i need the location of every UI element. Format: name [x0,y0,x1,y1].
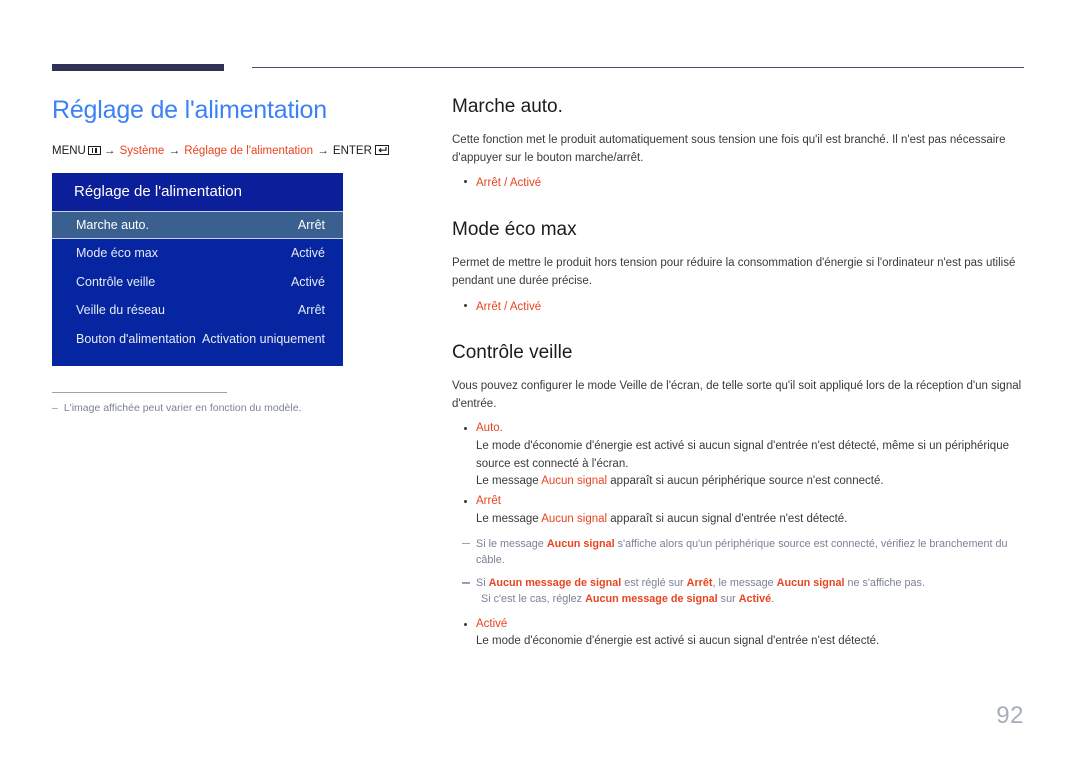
footnote-divider [52,391,227,393]
option-list: Auto. Le mode d'économie d'énergie est a… [452,420,1024,529]
section-controle-veille: Contrôle veille Vous pouvez configurer l… [452,342,1024,651]
page-title: Réglage de l'alimentation [52,96,327,124]
osd-row-veille-du-reseau[interactable]: Veille du réseau Arrêt [52,296,343,324]
subnote-item-2: Si Aucun message de signal est réglé sur… [452,575,1024,607]
inline-accent-aucun-message-de-signal: Aucun message de signal [585,593,718,606]
option-list-continued: Activé Le mode d'économie d'énergie est … [452,616,1024,652]
osd-row-label: Marche auto. [76,218,149,233]
section-paragraph: Vous pouvez configurer le mode Veille de… [452,380,1022,411]
subnote-list: Si le message Aucun signal s'affiche alo… [452,536,1024,608]
breadcrumb-arrow-3: → [317,144,329,157]
footnote-dash: – [52,401,58,414]
text-fragment: ne s'affiche pas. [844,577,925,590]
header-rule-group [52,64,1024,72]
osd-row-value: Activé [290,274,325,289]
text-fragment: Le message [476,475,542,488]
list-item-auto: Auto. Le mode d'économie d'énergie est a… [452,420,1024,491]
osd-row-value: Arrêt [297,218,325,233]
subnote-item-2-line2: Si c'est le cas, réglez Aucun message de… [476,591,1024,607]
text-fragment: sur [717,593,739,606]
inline-accent-aucun-signal: Aucun signal [776,577,845,590]
osd-row-bouton-alimentation[interactable]: Bouton d'alimentation Activation uniquem… [52,325,343,353]
osd-row-controle-veille[interactable]: Contrôle veille Activé [52,268,343,296]
osd-row-label: Veille du réseau [76,303,165,318]
enter-key-icon [374,144,389,155]
osd-row-value: Activation uniquement [202,331,325,346]
option-on-label: Activé [476,617,508,630]
menu-grid-icon [87,145,101,155]
section-mode-eco-max: Mode éco max Permet de mettre le produit… [452,219,1024,316]
subnote-item-1: Si le message Aucun signal s'affiche alo… [452,536,1024,568]
inline-accent-active: Activé [738,593,772,606]
osd-row-marche-auto[interactable]: Marche auto. Arrêt [52,211,343,240]
page-number: 92 [996,702,1024,729]
inline-accent-aucun-signal: Aucun signal [541,475,608,488]
section-heading: Marche auto. [452,96,563,117]
left-column: Réglage de l'alimentation MENU → Système … [52,96,412,416]
text-fragment: est réglé sur [621,577,687,590]
list-item-active: Activé Le mode d'économie d'énergie est … [452,616,1024,652]
breadcrumb-item-reglage: Réglage de l'alimentation [184,144,314,157]
document-page: Réglage de l'alimentation MENU → Système … [0,0,1080,763]
option-auto-body-1: Le mode d'économie d'énergie est activé … [476,439,1009,470]
left-footnote: – L'image affichée peut varier en foncti… [52,391,352,416]
list-item: Arrêt / Activé [452,297,1024,317]
section-heading: Mode éco max [452,219,577,241]
footnote-text: L'image affichée peut varier en fonction… [63,401,302,414]
inline-accent-aucun-signal: Aucun signal [541,512,608,525]
option-list: Arrêt / Activé [452,297,1024,317]
list-item: Arrêt / Activé [452,173,1024,193]
right-column: Marche auto. Cette fonction met le produ… [452,96,1024,653]
breadcrumb-menu-label: MENU [52,144,86,157]
osd-row-mode-eco-max[interactable]: Mode éco max Activé [52,239,343,267]
text-fragment: apparaît si aucun signal d'entrée n'est … [607,512,848,525]
text-fragment: Le message [476,512,542,525]
option-off: Arrêt [476,300,501,313]
breadcrumb-item-systeme: Système [119,144,165,157]
osd-menu-title: Réglage de l'alimentation [52,172,343,212]
inline-accent-aucun-message-de-signal: Aucun message de signal [488,577,622,590]
inline-accent-aucun-signal: Aucun signal [546,537,615,550]
osd-row-value: Activé [290,246,325,261]
option-auto-body-2: Le message Aucun signal apparaît si aucu… [476,473,1024,491]
osd-row-label: Bouton d'alimentation [76,331,196,346]
breadcrumb-arrow-2: → [168,144,181,157]
osd-row-label: Mode éco max [76,246,158,261]
text-fragment: Si c'est le cas, réglez [481,593,586,606]
text-fragment: apparaît si aucun périphérique source n'… [607,475,884,488]
option-on: Activé [509,177,542,190]
option-separator: / [504,177,508,190]
option-off: Arrêt [476,177,501,190]
option-off-body: Le message Aucun signal apparaît si aucu… [476,511,1024,529]
breadcrumb: MENU → Système → Réglage de l'alimentatio… [52,144,412,159]
text-fragment: , le message [712,577,777,590]
text-fragment: Si [476,577,489,590]
section-marche-auto: Marche auto. Cette fonction met le produ… [452,96,1024,193]
option-separator: / [504,300,508,313]
section-paragraph: Cette fonction met le produit automatiqu… [452,133,1006,164]
list-item-arret: Arrêt Le message Aucun signal apparaît s… [452,493,1024,529]
option-on: Activé [509,300,542,313]
osd-row-label: Contrôle veille [76,274,156,289]
osd-menu-mock: Réglage de l'alimentation Marche auto. A… [52,172,343,366]
option-auto-label: Auto. [476,421,503,434]
header-rule-thick [52,64,224,71]
section-paragraph: Permet de mettre le produit hors tension… [452,257,1016,287]
header-rule-thin [252,67,1024,68]
option-on-body: Le mode d'économie d'énergie est activé … [476,635,880,648]
breadcrumb-enter-label: ENTER [332,144,372,157]
osd-row-value: Arrêt [297,303,325,318]
option-off-label: Arrêt [476,495,501,508]
breadcrumb-arrow-1: → [103,144,116,157]
text-fragment: . [771,593,775,606]
inline-accent-arret: Arrêt [686,577,713,590]
text-fragment: Si le message [476,537,547,550]
option-list: Arrêt / Activé [452,173,1024,193]
section-heading: Contrôle veille [452,342,573,364]
